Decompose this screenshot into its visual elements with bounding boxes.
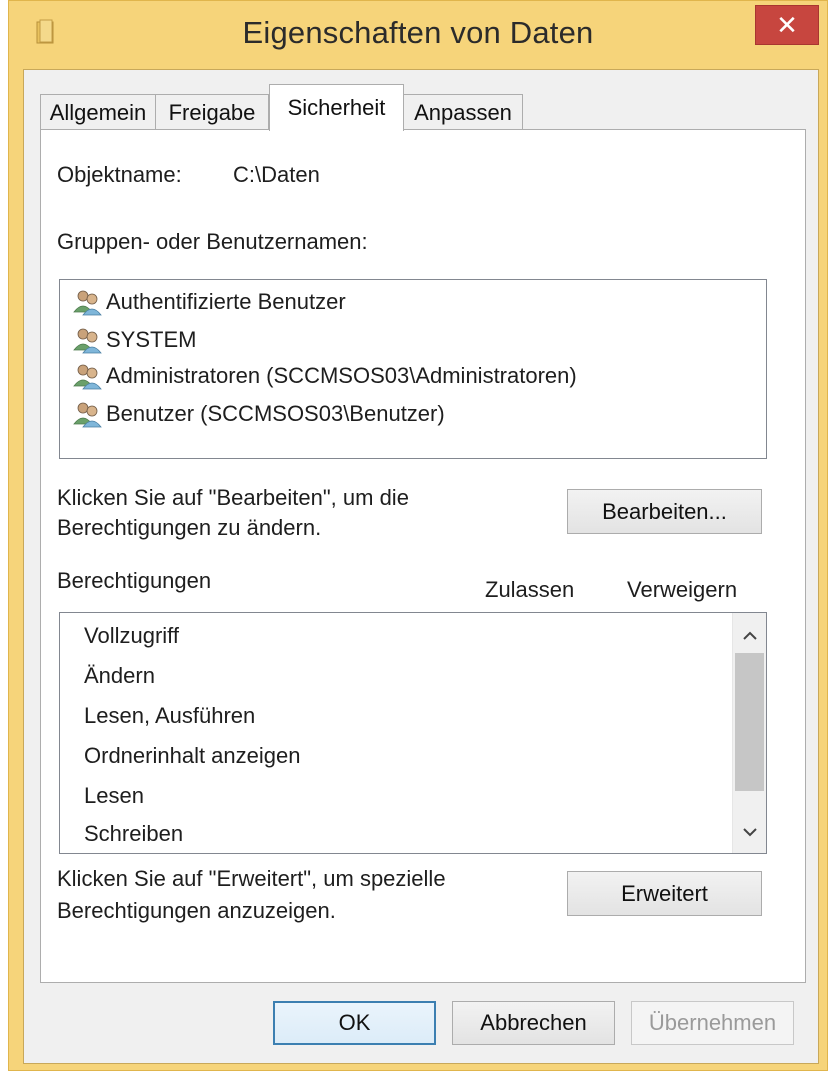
advanced-hint-line1: Klicken Sie auf "Erweitert", um speziell… (57, 866, 446, 891)
properties-window: Eigenschaften von Daten ✕ Allgemein Frei… (8, 0, 828, 1071)
apply-button[interactable]: Übernehmen (631, 1001, 794, 1045)
tab-allgemein[interactable]: Allgemein (40, 94, 156, 130)
list-item[interactable]: Administratoren (SCCMSOS03\Administrator… (72, 358, 577, 394)
chevron-down-icon (742, 828, 757, 837)
user-name: Benutzer (SCCMSOS03\Benutzer) (106, 401, 445, 426)
object-name-label: Objektname: (57, 162, 182, 187)
column-header-deny: Verweigern (627, 577, 738, 602)
user-group-icon (73, 364, 102, 390)
permissions-scrollbar[interactable] (732, 613, 766, 853)
edit-hint-line2: Berechtigungen zu ändern. (57, 515, 322, 540)
list-item: Lesen, Ausführen (84, 703, 256, 728)
list-item[interactable]: Authentifizierte Benutzer (72, 284, 346, 320)
list-item: Ordnerinhalt anzeigen (84, 743, 301, 768)
tab-sicherheit[interactable]: Sicherheit (269, 84, 404, 131)
tab-anpassen[interactable]: Anpassen (403, 94, 523, 130)
groups-label: Gruppen- oder Benutzernamen: (57, 229, 368, 254)
close-icon: ✕ (776, 9, 798, 40)
users-listbox[interactable]: Authentifizierte Benutzer SYSTEM Adminis… (59, 279, 767, 459)
user-name: Authentifizierte Benutzer (106, 289, 346, 314)
user-group-icon (73, 328, 102, 354)
user-name: Administratoren (SCCMSOS03\Administrator… (106, 363, 577, 388)
user-name: SYSTEM (106, 327, 197, 352)
title-bar[interactable]: Eigenschaften von Daten ✕ (9, 1, 827, 69)
scroll-down-button[interactable] (733, 817, 766, 847)
window-title: Eigenschaften von Daten (242, 15, 594, 50)
security-tab-panel: Objektname: C:\Daten Gruppen- oder Benut… (40, 129, 806, 983)
edit-button[interactable]: Bearbeiten... (567, 489, 762, 534)
user-group-icon (73, 290, 102, 316)
edit-hint-line1: Klicken Sie auf "Bearbeiten", um die (57, 485, 409, 510)
scroll-thumb[interactable] (735, 653, 764, 791)
list-item: Ändern (84, 663, 155, 688)
list-item: Lesen (84, 783, 144, 808)
advanced-hint-line2: Berechtigungen anzuzeigen. (57, 898, 336, 923)
list-item: Vollzugriff (84, 623, 179, 648)
ok-button[interactable]: OK (273, 1001, 436, 1045)
cancel-button[interactable]: Abbrechen (452, 1001, 615, 1045)
object-name-value: C:\Daten (233, 162, 320, 187)
close-button[interactable]: ✕ (755, 5, 819, 45)
dialog-client-area: Allgemein Freigabe Sicherheit Anpassen O… (23, 69, 819, 1064)
list-item[interactable]: Benutzer (SCCMSOS03\Benutzer) (72, 396, 445, 432)
permissions-listbox[interactable]: Vollzugriff Ändern Lesen, Ausführen Ordn… (59, 612, 767, 854)
user-group-icon (73, 402, 102, 428)
permissions-label: Berechtigungen (57, 568, 212, 593)
list-item[interactable]: SYSTEM (72, 322, 196, 358)
column-header-allow: Zulassen (485, 577, 575, 602)
list-item: Schreiben (84, 821, 184, 846)
tab-freigabe[interactable]: Freigabe (155, 94, 269, 130)
scroll-up-button[interactable] (733, 621, 766, 651)
chevron-up-icon (742, 631, 757, 640)
advanced-button[interactable]: Erweitert (567, 871, 762, 916)
